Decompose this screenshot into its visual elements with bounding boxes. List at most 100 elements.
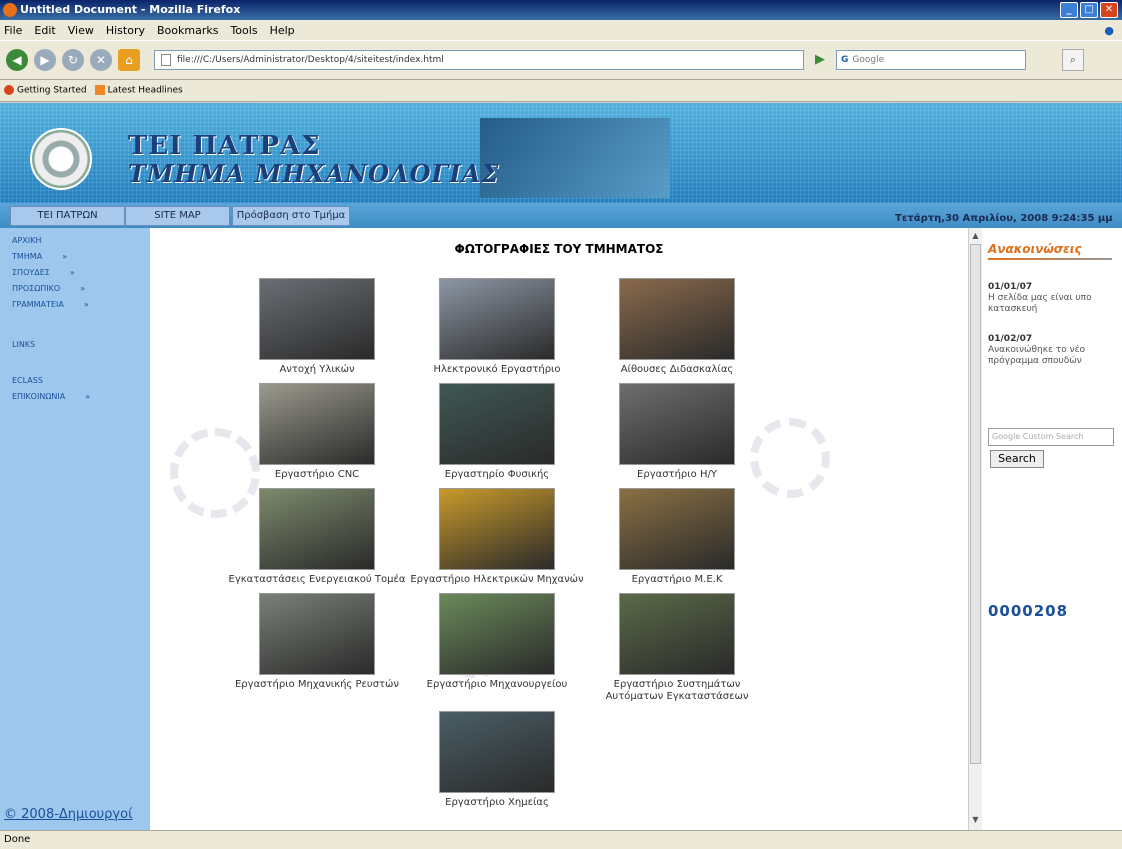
gallery-item[interactable]: Εργαστήριο Μηχανουργείου (407, 593, 587, 691)
sidebar-item-label: LINKS (12, 340, 36, 349)
gallery-caption: Εργαστήριο CNC (274, 469, 360, 480)
search-button[interactable]: ⌕ (1062, 49, 1084, 71)
menu-tools[interactable]: Tools (230, 24, 257, 37)
menu-help[interactable]: Help (270, 24, 295, 37)
gallery-item[interactable]: Αίθουσες Διδασκαλίας (587, 278, 767, 376)
go-button[interactable]: ▶ (810, 50, 830, 70)
university-logo (30, 128, 92, 190)
copyright-link[interactable]: © 2008-Δημιουργοί (4, 807, 132, 822)
sidebar-item-secretariat[interactable]: ΓΡΑΜΜΑΤΕΙΑ » (12, 300, 89, 309)
gallery-item[interactable]: Εργαστήριο Η/Υ (587, 383, 767, 481)
bookmark-label: Getting Started (17, 85, 87, 96)
gallery-item[interactable]: Εργαστήριο CNC (227, 383, 407, 481)
window-title: Untitled Document - Mozilla Firefox (20, 3, 241, 16)
close-button[interactable]: ✕ (1100, 2, 1118, 18)
gallery-item[interactable]: Εργαστηρίο Φυσικής (407, 383, 587, 481)
gallery-caption: Εργαστήριο Συστημάτων Αυτόματων Εγκαταστ… (605, 679, 749, 702)
nav-tei-patras[interactable]: ΤΕΙ ΠΑΤΡΩΝ (10, 206, 125, 226)
reload-button[interactable]: ↻ (62, 49, 84, 71)
gallery-photo[interactable] (439, 383, 555, 465)
sidebar-item-links[interactable]: LINKS (12, 340, 35, 349)
banner-photo (480, 118, 670, 198)
menu-bar: File Edit View History Bookmarks Tools H… (0, 20, 1122, 40)
gallery-caption: Εργαστήριο Μηχανουργείου (426, 679, 568, 690)
gallery-item[interactable]: Ηλεκτρονικό Εργαστήριο (407, 278, 587, 376)
nav-access[interactable]: Πρόσβαση στο Τμήμα (232, 206, 350, 226)
gallery-photo[interactable] (439, 488, 555, 570)
minimize-button[interactable]: _ (1060, 2, 1078, 18)
sidebar-menu: ΑΡΧΙΚΗ ΤΜΗΜΑ » ΣΠΟΥΔΕΣ » ΠΡΟΣΩΠΙΚΟ » ΓΡΑΜΜΑ… (0, 228, 150, 830)
back-button[interactable]: ◀ (6, 49, 28, 71)
gallery-photo[interactable] (619, 488, 735, 570)
gallery-item[interactable]: Εργαστήριο Συστημάτων Αυτόματων Εγκαταστ… (587, 593, 767, 703)
gallery-item[interactable]: Αντοχή Υλικών (227, 278, 407, 376)
address-bar[interactable]: file:///C:/Users/Administrator/Desktop/4… (154, 50, 804, 70)
stop-button[interactable]: ✕ (90, 49, 112, 71)
gallery-photo[interactable] (439, 711, 555, 793)
banner-subtitle: ΤΜΗΜΑ ΜΗΧΑΝΟΛΟΓΙΑΣ (128, 159, 500, 188)
sidebar-item-eclass[interactable]: ECLASS (12, 376, 43, 385)
scroll-down-icon[interactable]: ▼ (969, 814, 982, 826)
announcements-panel: Ανακοινώσεις 01/01/07 Η σελίδα μας είναι… (982, 228, 1122, 830)
gallery-photo[interactable] (259, 383, 375, 465)
gallery-photo[interactable] (259, 593, 375, 675)
firefox-icon (3, 3, 17, 17)
google-search-input[interactable]: Google Custom Search (988, 428, 1114, 446)
gallery-photo[interactable] (259, 488, 375, 570)
sidebar-item-label: ΠΡΟΣΩΠΙΚΟ (12, 284, 61, 293)
gallery-caption: Εργαστηρίο Φυσικής (444, 469, 550, 480)
rss-icon (94, 85, 105, 96)
submenu-arrow-icon: » (85, 392, 91, 401)
gallery-photo[interactable] (619, 383, 735, 465)
menu-bookmarks[interactable]: Bookmarks (157, 24, 218, 37)
sidebar-item-studies[interactable]: ΣΠΟΥΔΕΣ » (12, 268, 75, 277)
gallery-caption: Εργαστήριο Η/Υ (637, 469, 717, 480)
forward-button[interactable]: ▶ (34, 49, 56, 71)
home-button[interactable]: ⌂ (118, 49, 140, 71)
gallery-item[interactable]: Εγκαταστάσεις Ενεργειακού Τομέα (227, 488, 407, 586)
gallery-photo[interactable] (619, 278, 735, 360)
gallery-photo[interactable] (439, 593, 555, 675)
status-bar: Done (0, 830, 1122, 849)
gallery-item[interactable]: Εργαστήριο Ηλεκτρικών Μηχανών (407, 488, 587, 586)
submenu-arrow-icon: » (80, 284, 86, 293)
page-content: ΤΕΙ ΠΑΤΡΑΣ ΤΜΗΜΑ ΜΗΧΑΝΟΛΟΓΙΑΣ ΤΕΙ ΠΑΤΡΩΝ… (0, 103, 1122, 830)
sidebar-item-department[interactable]: ΤΜΗΜΑ » (12, 252, 67, 261)
bookmark-latest-headlines[interactable]: Latest Headlines (94, 85, 183, 96)
menu-edit[interactable]: Edit (34, 24, 55, 37)
gallery-photo[interactable] (619, 593, 735, 675)
scroll-thumb[interactable] (970, 244, 981, 764)
search-button[interactable]: Search (990, 450, 1044, 468)
sidebar-item-label: ΕΠΙΚΟΙΝΩΝΙΑ (12, 392, 66, 401)
gallery-caption: Εγκαταστάσεις Ενεργειακού Τομέα (228, 574, 406, 585)
sidebar-item-label: ΑΡΧΙΚΗ (12, 236, 42, 245)
gallery-caption: Εργαστήριο Ηλεκτρικών Μηχανών (410, 574, 584, 585)
bookmark-getting-started[interactable]: Getting Started (4, 85, 87, 96)
gallery-caption: Εργαστήριο Χημείας (445, 797, 549, 808)
scroll-up-icon[interactable]: ▲ (969, 230, 982, 242)
menu-file[interactable]: File (4, 24, 22, 37)
gallery-photo[interactable] (259, 278, 375, 360)
search-input[interactable]: G Google (836, 50, 1026, 70)
vertical-scrollbar[interactable]: ▲ ▼ (968, 228, 982, 830)
search-engine-icon[interactable]: G (841, 55, 848, 65)
top-navigation: ΤΕΙ ΠΑΤΡΩΝ SITE MAP Πρόσβαση στο Τμήμα Τ… (0, 203, 1122, 228)
maximize-button[interactable]: □ (1080, 2, 1098, 18)
banner-title: ΤΕΙ ΠΑΤΡΑΣ (128, 131, 321, 161)
sidebar-item-label: ECLASS (12, 376, 43, 385)
menu-view[interactable]: View (68, 24, 94, 37)
gallery-caption: Αντοχή Υλικών (279, 364, 355, 375)
gallery-item[interactable]: Εργαστήριο Μηχανικής Ρευστών (227, 593, 407, 691)
gallery-caption: Αίθουσες Διδασκαλίας (620, 364, 734, 375)
bookmark-label: Latest Headlines (107, 85, 183, 96)
menu-history[interactable]: History (106, 24, 145, 37)
nav-site-map[interactable]: SITE MAP (125, 206, 230, 226)
gallery-item[interactable]: Εργαστήριο Μ.Ε.Κ (587, 488, 767, 586)
throbber-icon: ● (1104, 23, 1114, 37)
sidebar-item-home[interactable]: ΑΡΧΙΚΗ (12, 236, 41, 245)
gallery-photo[interactable] (439, 278, 555, 360)
sidebar-item-staff[interactable]: ΠΡΟΣΩΠΙΚΟ » (12, 284, 85, 293)
announcements-title: Ανακοινώσεις (988, 242, 1082, 256)
sidebar-item-contact[interactable]: ΕΠΙΚΟΙΝΩΝΙΑ » (12, 392, 90, 401)
gallery-item[interactable]: Εργαστήριο Χημείας (407, 711, 587, 809)
